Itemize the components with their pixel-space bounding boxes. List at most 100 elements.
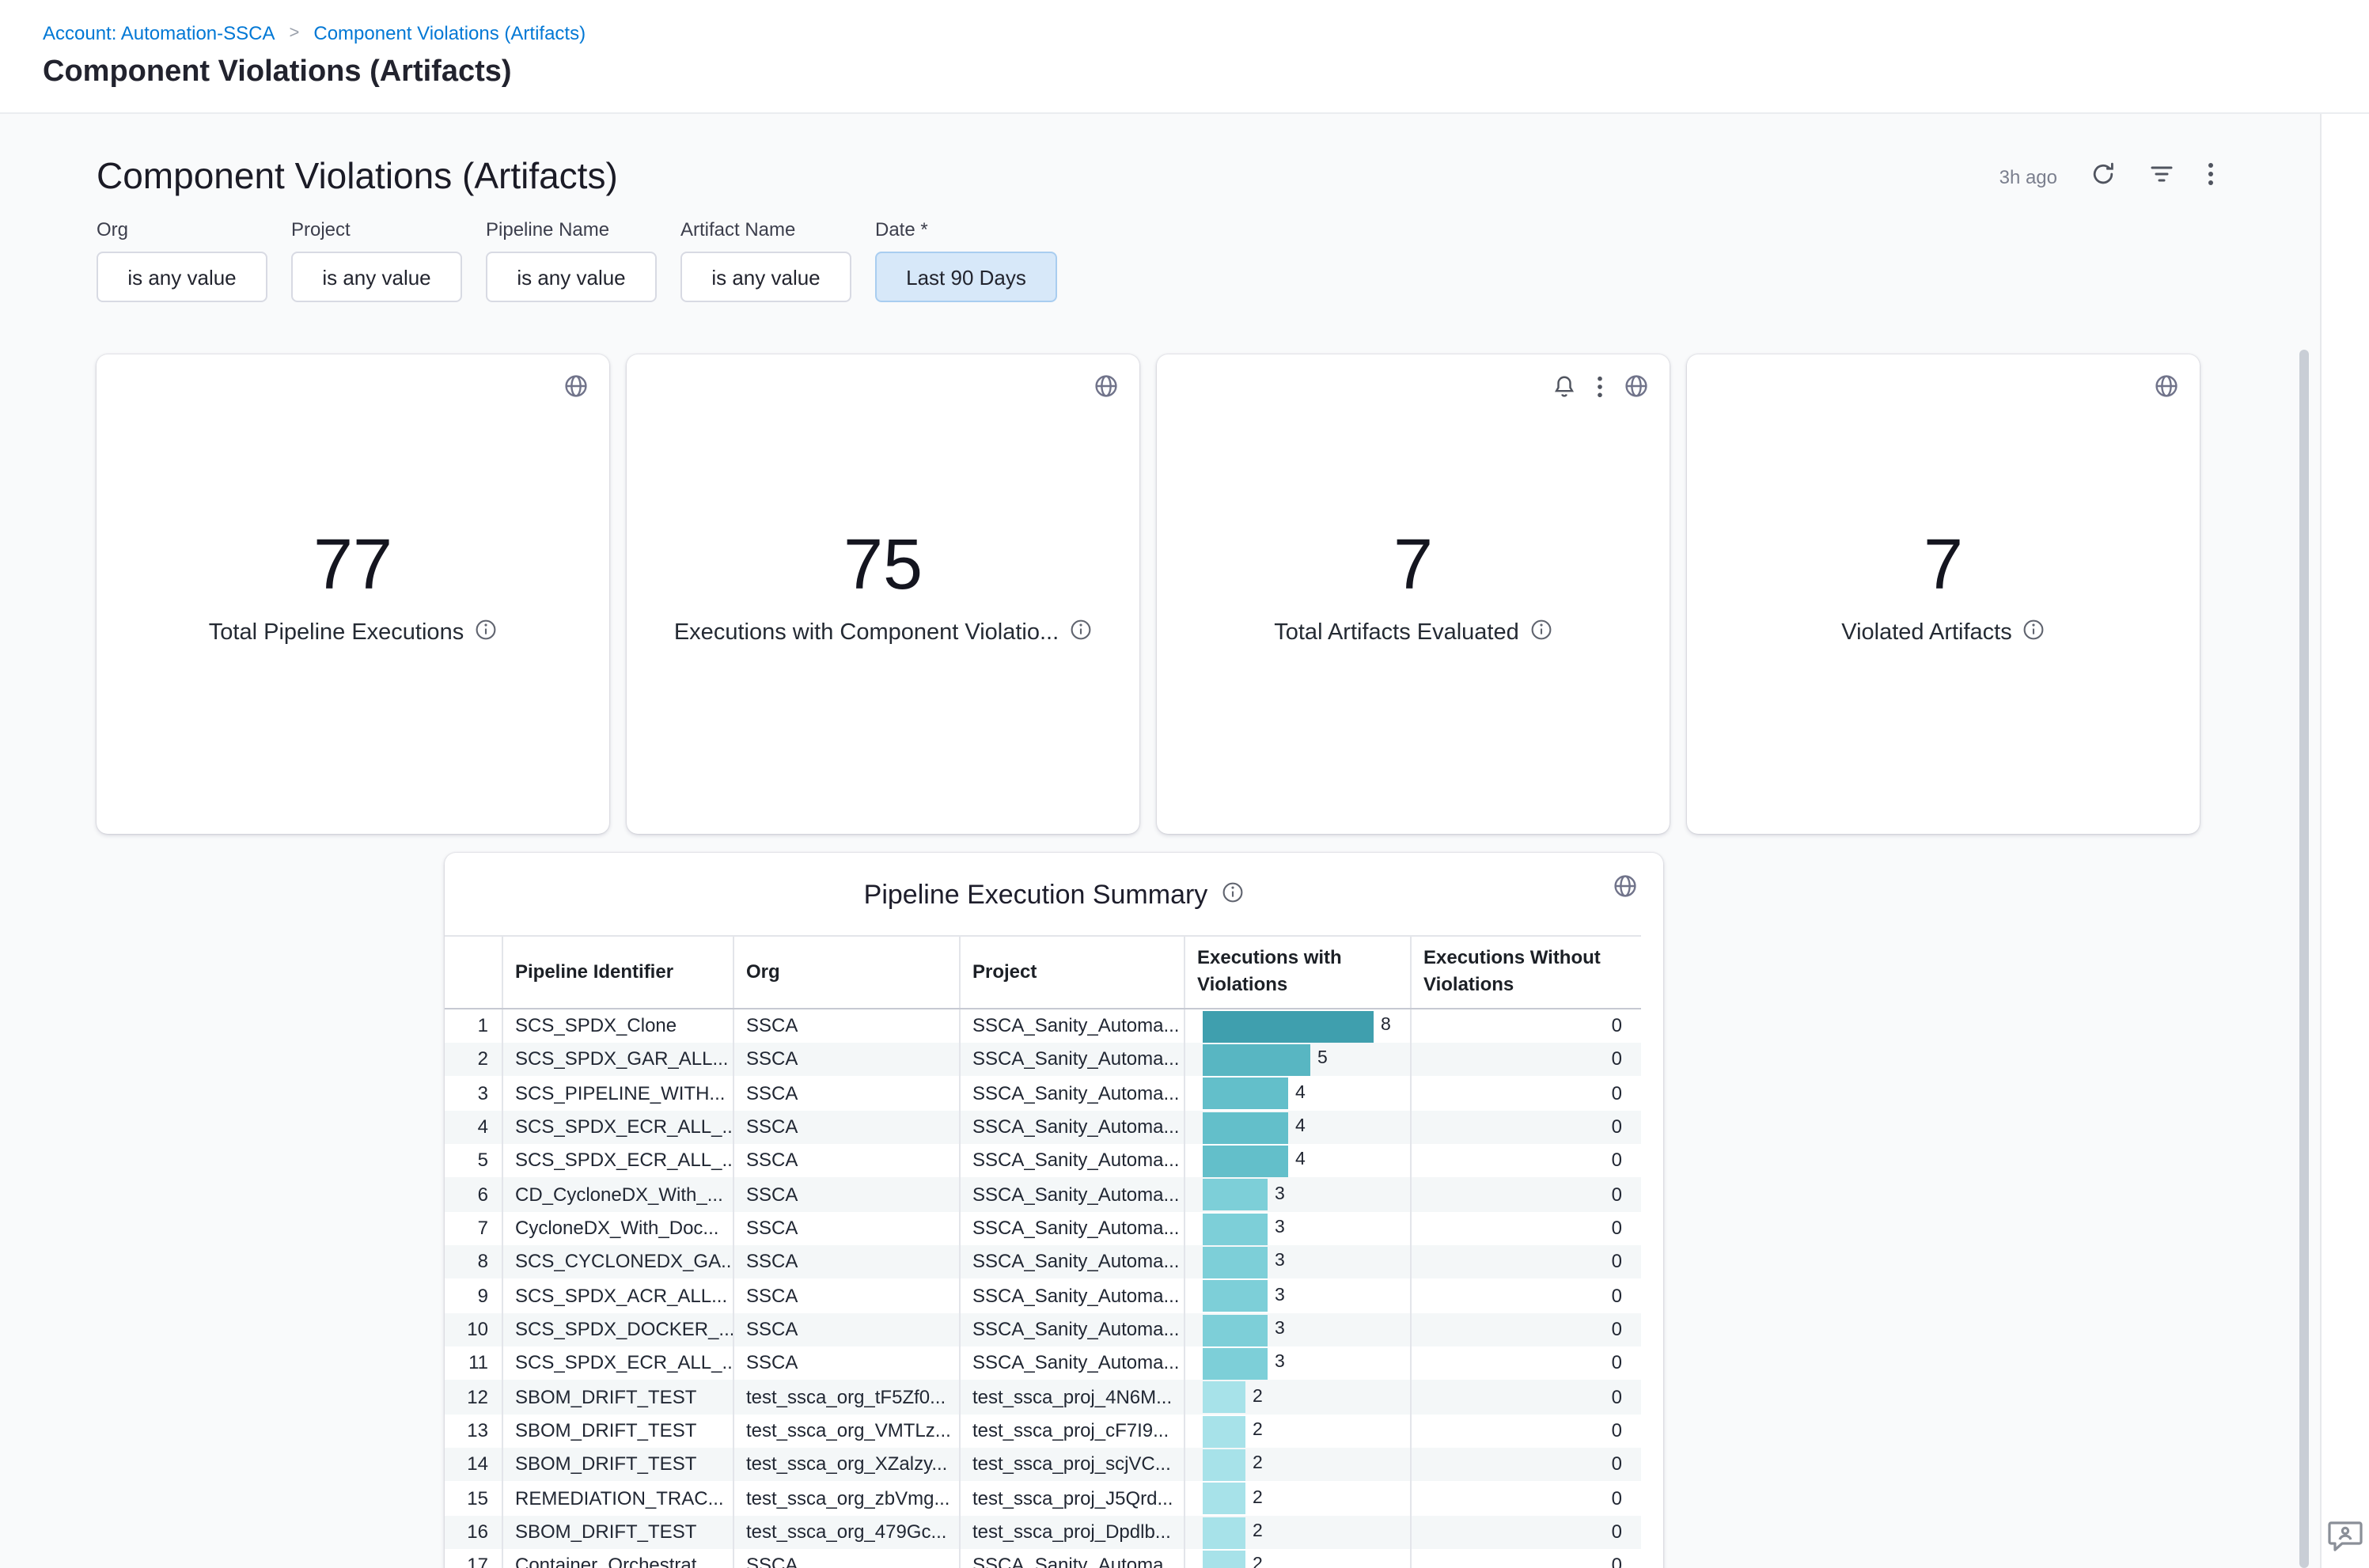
row-index: 4 [445, 1111, 502, 1145]
row-index: 8 [445, 1245, 502, 1279]
violations-bar-value: 3 [1275, 1286, 1285, 1305]
org-cell: test_ssca_org_479Gc... [733, 1515, 959, 1549]
pipeline-identifier-cell: SCS_SPDX_Clone [502, 1009, 733, 1043]
dashboard-actions: 3h ago [1999, 161, 2214, 191]
filter-project: Project is any value [291, 218, 462, 302]
violations-bar [1202, 1381, 1245, 1413]
executions-with-violations-cell: 4 [1184, 1077, 1410, 1111]
info-icon[interactable] [1070, 619, 1092, 647]
row-index: 17 [445, 1549, 502, 1568]
table-row: 3SCS_PIPELINE_WITH...SSCASSCA_Sanity_Aut… [445, 1077, 1641, 1111]
table-row: 10SCS_SPDX_DOCKER_...SSCASSCA_Sanity_Aut… [445, 1312, 1641, 1346]
filter-date: Date * Last 90 Days [875, 218, 1057, 302]
violations-bar [1202, 1314, 1267, 1346]
globe-icon [1613, 873, 1638, 903]
org-cell: SSCA [733, 1043, 959, 1077]
breadcrumb-page-link[interactable]: Component Violations (Artifacts) [313, 22, 586, 44]
violations-bar-value: 4 [1295, 1117, 1306, 1136]
violations-bar [1202, 1348, 1267, 1380]
metric-label: Total Artifacts Evaluated [1274, 620, 1519, 646]
metric-value: 7 [1393, 528, 1433, 600]
project-cell: SSCA_Sanity_Automa... [959, 1212, 1184, 1246]
pipeline-identifier-cell: SCS_CYCLONEDX_GA... [502, 1245, 733, 1279]
project-cell: SSCA_Sanity_Automa... [959, 1279, 1184, 1313]
breadcrumb-account-link[interactable]: Account: Automation-SSCA [43, 22, 275, 44]
pipeline-identifier-cell: SCS_SPDX_ECR_ALL_... [502, 1144, 733, 1178]
executions-without-violations-cell: 0 [1410, 1279, 1641, 1313]
table-row: 2SCS_SPDX_GAR_ALL...SSCASSCA_Sanity_Auto… [445, 1043, 1641, 1077]
violations-bar-value: 2 [1253, 1421, 1263, 1440]
metric-cards-row: 77 Total Pipeline Executions [97, 354, 2320, 834]
table-row: 1SCS_SPDX_CloneSSCASSCA_Sanity_Automa...… [445, 1009, 1641, 1043]
col-header-project: Project [959, 936, 1184, 1009]
project-cell: SSCA_Sanity_Automa... [959, 1009, 1184, 1043]
org-cell: test_ssca_org_VMTLz... [733, 1414, 959, 1448]
row-index: 9 [445, 1279, 502, 1313]
table-body: 1SCS_SPDX_CloneSSCASSCA_Sanity_Automa...… [445, 1009, 1641, 1568]
row-index: 15 [445, 1482, 502, 1516]
tile-menu-button[interactable] [1613, 873, 1638, 903]
info-icon[interactable] [1222, 880, 1244, 911]
filter-date-value[interactable]: Last 90 Days [875, 252, 1057, 302]
col-header-org: Org [733, 936, 959, 1009]
violations-bar-value: 3 [1275, 1354, 1285, 1373]
help-chat-button[interactable] [2326, 1519, 2364, 1559]
executions-with-violations-cell: 3 [1184, 1212, 1410, 1246]
filter-project-value[interactable]: is any value [291, 252, 462, 302]
violations-bar [1202, 1078, 1287, 1110]
info-icon[interactable] [2023, 619, 2045, 647]
filter-org-value[interactable]: is any value [97, 252, 267, 302]
violations-bar [1202, 1146, 1287, 1177]
executions-with-violations-cell: 2 [1184, 1414, 1410, 1448]
violations-bar [1202, 1044, 1310, 1076]
info-icon[interactable] [475, 619, 497, 647]
card-total-artifacts-evaluated: 7 Total Artifacts Evaluated [1157, 354, 1670, 834]
violations-bar [1202, 1247, 1267, 1278]
executions-without-violations-cell: 0 [1410, 1111, 1641, 1145]
org-cell: test_ssca_org_tF5Zf0... [733, 1381, 959, 1415]
row-index: 6 [445, 1178, 502, 1212]
info-icon[interactable] [1530, 619, 1552, 647]
executions-without-violations-cell: 0 [1410, 1144, 1641, 1178]
col-header-index [445, 936, 502, 1009]
org-cell: test_ssca_org_zbVmg... [733, 1482, 959, 1516]
metric-label: Violated Artifacts [1841, 620, 2012, 646]
executions-with-violations-cell: 2 [1184, 1381, 1410, 1415]
project-cell: SSCA_Sanity_Automa... [959, 1043, 1184, 1077]
breadcrumb-bar: Account: Automation-SSCA > Component Vio… [0, 0, 2369, 114]
executions-without-violations-cell: 0 [1410, 1077, 1641, 1111]
executions-without-violations-cell: 0 [1410, 1381, 1641, 1415]
executions-without-violations-cell: 0 [1410, 1346, 1641, 1381]
filter-pipeline-name-value[interactable]: is any value [486, 252, 657, 302]
app-viewport: Account: Automation-SSCA > Component Vio… [0, 0, 2369, 1568]
violations-bar-value: 3 [1275, 1320, 1285, 1339]
dashboard-menu-button[interactable] [2208, 161, 2214, 191]
project-cell: SSCA_Sanity_Automa... [959, 1178, 1184, 1212]
row-index: 3 [445, 1077, 502, 1111]
dashboard-header: Component Violations (Artifacts) 3h ago [0, 114, 2320, 198]
pipeline-execution-summary-card: Pipeline Execution Summary Pipeline Iden… [445, 853, 1663, 1568]
executions-without-violations-cell: 0 [1410, 1043, 1641, 1077]
executions-without-violations-cell: 0 [1410, 1448, 1641, 1482]
org-cell: SSCA [733, 1212, 959, 1246]
filter-button[interactable] [2149, 163, 2174, 190]
executions-with-violations-cell: 2 [1184, 1482, 1410, 1516]
filter-artifact-name-value[interactable]: is any value [680, 252, 851, 302]
breadcrumb: Account: Automation-SSCA > Component Vio… [43, 22, 2369, 44]
violations-bar [1202, 1517, 1245, 1548]
violations-bar [1202, 1551, 1245, 1568]
project-cell: test_ssca_proj_cF7I9... [959, 1414, 1184, 1448]
chat-bubble-icon [2326, 1535, 2364, 1559]
violations-bar-value: 8 [1381, 1016, 1391, 1035]
executions-with-violations-cell: 4 [1184, 1144, 1410, 1178]
refresh-icon [2090, 161, 2116, 191]
table-row: 11SCS_SPDX_ECR_ALL_...SSCASSCA_Sanity_Au… [445, 1346, 1641, 1381]
executions-without-violations-cell: 0 [1410, 1245, 1641, 1279]
metric-value: 7 [1924, 528, 1963, 600]
refresh-button[interactable] [2090, 161, 2116, 191]
violations-bar [1202, 1112, 1287, 1143]
executions-without-violations-cell: 0 [1410, 1312, 1641, 1346]
breadcrumb-separator: > [290, 24, 300, 43]
executions-with-violations-cell: 3 [1184, 1346, 1410, 1381]
vertical-scrollbar[interactable] [2299, 350, 2309, 1568]
